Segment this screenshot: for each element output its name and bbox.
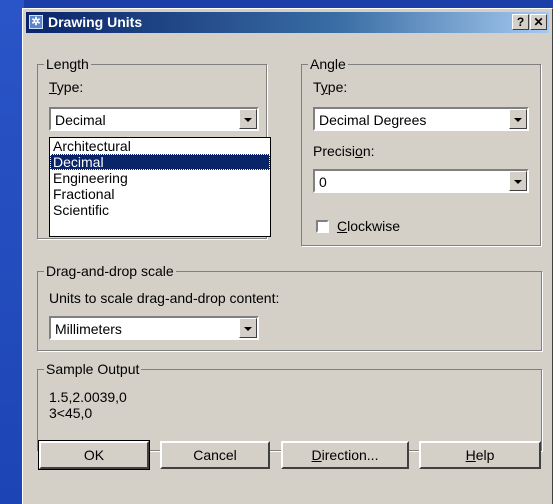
window-title: Drawing Units — [48, 14, 143, 30]
option-fractional[interactable]: Fractional — [50, 186, 270, 202]
close-button[interactable]: ✕ — [530, 14, 547, 30]
angle-type-select[interactable]: Decimal Degrees — [313, 107, 529, 131]
option-engineering[interactable]: Engineering — [50, 170, 270, 186]
length-type-value: Decimal — [55, 112, 106, 128]
cancel-button[interactable]: Cancel — [160, 441, 270, 469]
dragdrop-units-value: Millimeters — [55, 321, 122, 337]
length-group-title: Length — [44, 56, 91, 72]
angle-precision-select[interactable]: 0 — [313, 169, 529, 193]
dragdrop-units-label: Units to scale drag-and-drop content: — [49, 290, 280, 306]
dragdrop-units-select[interactable]: Millimeters — [49, 316, 259, 340]
sample-output-title: Sample Output — [44, 361, 142, 377]
context-help-button[interactable]: ? — [512, 14, 529, 30]
dragdrop-group-title: Drag-and-drop scale — [44, 263, 176, 279]
direction-button[interactable]: Direction... — [281, 441, 409, 469]
length-type-select[interactable]: Decimal — [49, 107, 259, 131]
drawing-units-dialog: ✲ Drawing Units ? ✕ Length Type: Decimal… — [22, 8, 553, 504]
length-type-label: Type: — [49, 79, 84, 95]
background — [0, 0, 24, 504]
angle-type-value: Decimal Degrees — [319, 112, 427, 128]
angle-group-title: Angle — [308, 56, 348, 72]
app-icon: ✲ — [29, 15, 43, 29]
sample-output-line-1: 1.5,2.0039,0 — [49, 389, 127, 405]
title-bar[interactable]: ✲ Drawing Units ? ✕ — [26, 12, 549, 33]
ok-button[interactable]: OK — [38, 440, 150, 470]
clockwise-checkbox[interactable] — [316, 220, 329, 233]
option-decimal[interactable]: Decimal — [50, 154, 270, 170]
clockwise-label[interactable]: Clockwise — [337, 218, 400, 234]
chevron-down-icon[interactable] — [509, 171, 527, 191]
chevron-down-icon[interactable] — [509, 109, 527, 129]
angle-precision-value: 0 — [319, 174, 327, 190]
help-button[interactable]: Help — [419, 441, 541, 469]
length-type-dropdown: Architectural Decimal Engineering Fracti… — [49, 137, 271, 237]
precision-label: Precision: — [313, 143, 375, 159]
sample-output-line-2: 3<45,0 — [49, 405, 93, 421]
chevron-down-icon[interactable] — [239, 318, 257, 338]
chevron-down-icon[interactable] — [239, 109, 257, 129]
sample-output-group: Sample Output — [37, 361, 542, 451]
angle-type-label: Type: — [313, 79, 348, 95]
option-scientific[interactable]: Scientific — [50, 202, 270, 218]
option-architectural[interactable]: Architectural — [50, 138, 270, 154]
